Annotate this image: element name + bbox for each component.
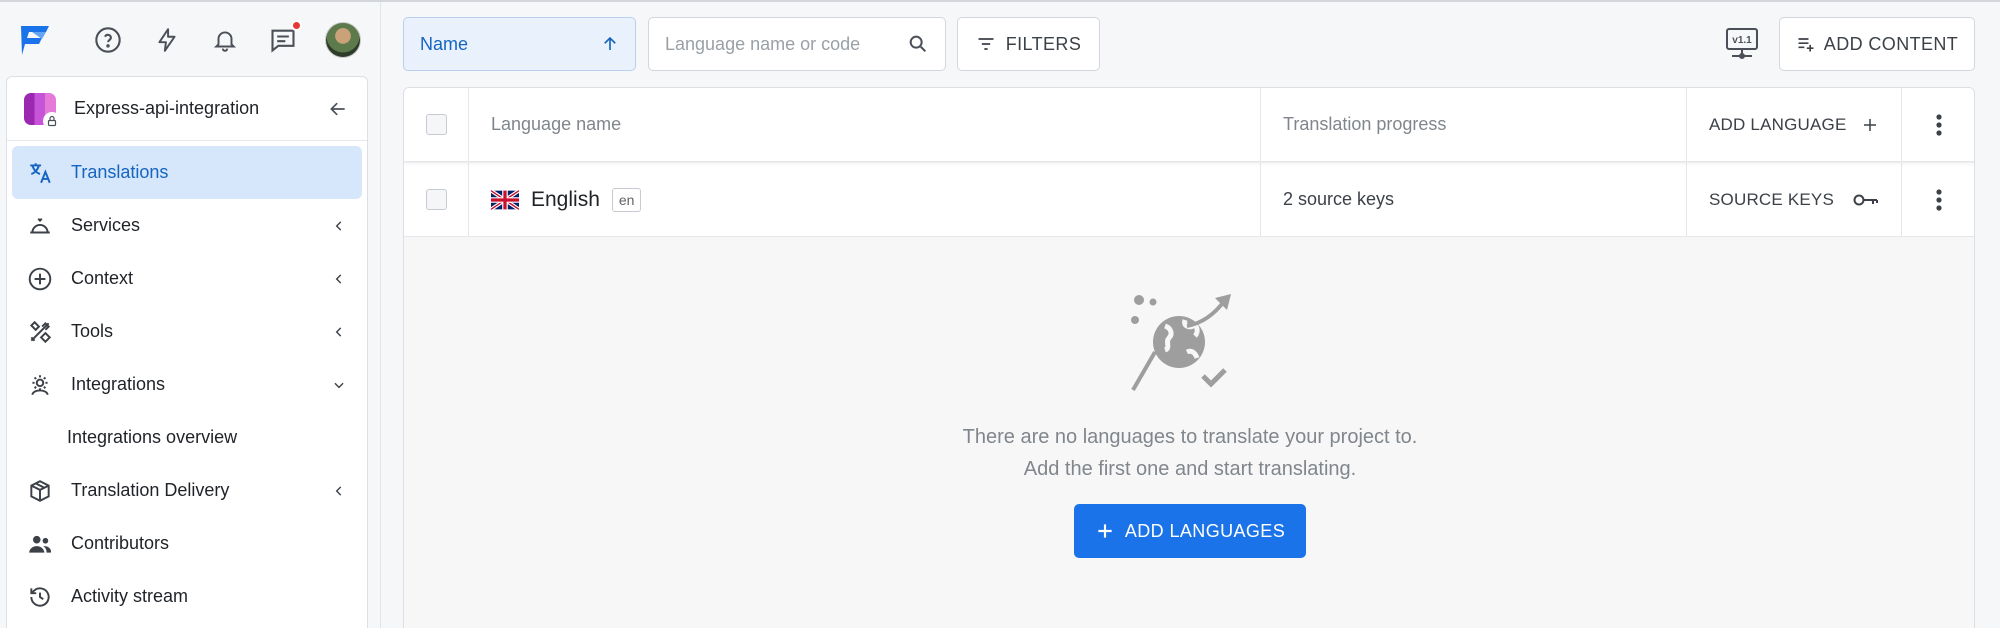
add-content-button[interactable]: ADD CONTENT xyxy=(1779,17,1975,71)
globe-translate-illustration-icon xyxy=(1131,294,1231,392)
main-divider xyxy=(380,2,381,628)
chevron-left-icon xyxy=(329,216,349,236)
help-circle-icon[interactable] xyxy=(92,24,124,56)
plus-icon xyxy=(1864,118,1876,131)
add-language-header-button[interactable]: ADD LANGUAGE xyxy=(1709,115,1879,135)
chevron-left-icon xyxy=(329,481,349,501)
select-all-checkbox[interactable] xyxy=(425,114,447,135)
header-language-name: Language name xyxy=(491,114,622,134)
user-avatar[interactable] xyxy=(325,22,361,58)
project-logo-icon xyxy=(24,92,61,130)
bell-icon[interactable] xyxy=(209,24,241,56)
translate-icon xyxy=(27,160,53,186)
filter-icon xyxy=(978,38,994,50)
top-icon-bar xyxy=(0,2,380,76)
language-code-badge: en xyxy=(611,187,642,212)
playlist-add-icon xyxy=(1798,38,1814,52)
key-icon xyxy=(1853,194,1878,205)
chat-icon[interactable] xyxy=(267,20,302,56)
people-icon xyxy=(27,531,53,557)
sidebar-item-activity-stream[interactable]: Activity stream xyxy=(7,570,367,623)
language-name[interactable]: English xyxy=(531,188,600,212)
search-icon[interactable] xyxy=(907,33,929,55)
search-input[interactable] xyxy=(665,33,907,55)
chevron-left-icon xyxy=(329,269,349,289)
languages-table: Language name Translation progress ADD L… xyxy=(403,87,1975,628)
lock-icon xyxy=(43,111,61,130)
sidebar-item-services[interactable]: Services xyxy=(7,199,367,252)
header-more-vert-icon[interactable] xyxy=(1924,110,1954,140)
history-icon xyxy=(27,584,53,610)
project-name: Express-api-integration xyxy=(74,98,260,118)
notification-dot xyxy=(291,20,302,31)
tools-icon xyxy=(27,319,53,345)
translation-progress-text: 2 source keys xyxy=(1283,189,1395,209)
sidebar-item-contributors[interactable]: Contributors xyxy=(7,517,367,570)
version-badge: v1.1 xyxy=(1732,35,1752,46)
row-checkbox[interactable] xyxy=(425,189,447,210)
chevron-down-icon xyxy=(329,375,349,395)
chevron-left-icon xyxy=(329,322,349,342)
uk-flag-icon xyxy=(491,189,519,210)
search-box xyxy=(648,17,946,71)
sidebar: Express-api-integration Translations Ser… xyxy=(6,76,368,628)
project-header: Express-api-integration xyxy=(7,77,367,141)
row-more-vert-icon[interactable] xyxy=(1924,185,1954,215)
header-translation-progress: Translation progress xyxy=(1283,114,1447,134)
plus-icon xyxy=(1098,524,1112,538)
sort-by-button[interactable]: Name xyxy=(403,17,636,71)
sidebar-item-translation-delivery[interactable]: Translation Delivery xyxy=(7,464,367,517)
plus-circle-icon xyxy=(27,266,53,292)
empty-state-line1: There are no languages to translate your… xyxy=(962,426,1418,448)
sidebar-item-tools[interactable]: Tools xyxy=(7,305,367,358)
app-logo-icon[interactable] xyxy=(18,22,52,58)
sidebar-item-integrations-overview[interactable]: Integrations overview xyxy=(7,411,367,464)
box-icon xyxy=(27,478,53,504)
table-header-row: Language name Translation progress ADD L… xyxy=(404,88,1974,162)
sidebar-item-context[interactable]: Context xyxy=(7,252,367,305)
services-bell-icon xyxy=(27,213,53,239)
integrations-gear-icon xyxy=(27,372,53,398)
add-languages-button[interactable]: ADD LANGUAGES xyxy=(1074,504,1306,558)
collapse-sidebar-arrow-icon[interactable] xyxy=(325,96,351,122)
sidebar-item-translations[interactable]: Translations xyxy=(12,146,362,199)
version-monitor-icon[interactable]: v1.1 xyxy=(1722,24,1762,64)
source-keys-button[interactable]: SOURCE KEYS xyxy=(1709,190,1879,210)
table-row: English en 2 source keys SOURCE KEYS xyxy=(404,163,1974,237)
arrow-up-icon xyxy=(604,36,616,50)
filters-button[interactable]: FILTERS xyxy=(957,17,1100,71)
empty-state-line2: Add the first one and start translating. xyxy=(1023,458,1357,480)
lightning-icon[interactable] xyxy=(151,24,183,56)
sidebar-item-integrations[interactable]: Integrations xyxy=(7,358,367,411)
